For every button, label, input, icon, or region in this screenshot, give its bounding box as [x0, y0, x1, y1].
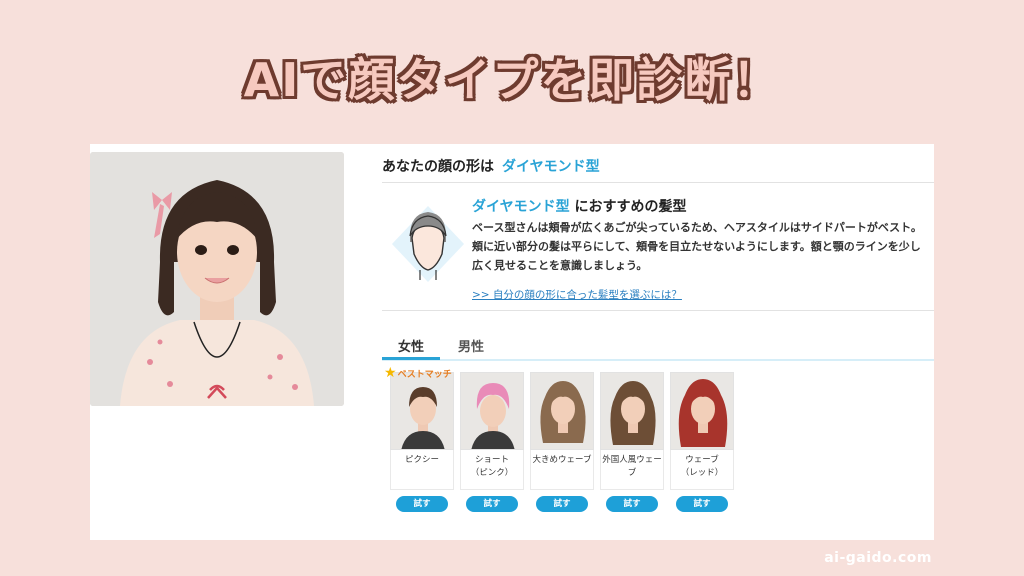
hairstyle-card-pixie[interactable]: ピクシー 試す ★ベストマッチ [384, 366, 454, 512]
star-icon: ★ [384, 365, 397, 381]
gender-tabs: 女性 男性 [382, 336, 934, 362]
hairstyle-label-text: ウェーブ （レッド） [680, 455, 724, 478]
try-button[interactable]: 試す [536, 496, 588, 512]
hairstyle-label-text: ショート （ピンク） [470, 455, 514, 478]
headline: AIで顔タイプを即診断！ [243, 53, 781, 107]
best-match-label: ベストマッチ [397, 370, 452, 380]
result-prefix: あなたの顔の形は [382, 159, 494, 175]
best-match-badge: ★ベストマッチ [384, 366, 452, 380]
face-type-value: ダイヤモンド型 [502, 159, 600, 175]
hairstyle-card-foreign-wave[interactable]: 外国人風ウェーブ 試す [600, 372, 664, 512]
hairstyle-label: 大きめウェーブ [530, 450, 594, 490]
recommendation-title-suffix: におすすめの髪型 [574, 199, 687, 215]
diamond-face-icon [390, 204, 466, 284]
hairstyle-thumbnail[interactable] [530, 372, 594, 450]
divider [382, 310, 934, 311]
hairstyle-label: ピクシー [390, 450, 454, 490]
recommendation-title: ダイヤモンド型 におすすめの髪型 [472, 196, 686, 216]
try-button[interactable]: 試す [676, 496, 728, 512]
hairstyle-card-big-wave[interactable]: 大きめウェーブ 試す [530, 372, 594, 512]
try-button[interactable]: 試す [466, 496, 518, 512]
tab-track [382, 359, 934, 361]
tab-female[interactable]: 女性 [398, 336, 424, 355]
recommendation-body: ベース型さんは頬骨が広くあごが尖っているため、ヘアスタイルはサイドパートがベスト… [472, 221, 922, 272]
hairstyle-thumbnail[interactable] [670, 372, 734, 450]
site-domain: ai-gaido.com [824, 550, 932, 566]
result-line: あなたの顔の形は ダイヤモンド型 [382, 156, 600, 176]
tab-male[interactable]: 男性 [458, 336, 484, 355]
hairstyle-guide-link[interactable]: >> 自分の顔の形に合った髪型を選ぶには？ [472, 287, 682, 302]
try-button[interactable]: 試す [396, 496, 448, 512]
user-photo [90, 152, 344, 406]
diagnosis-card: あなたの顔の形は ダイヤモンド型 ダイヤモンド型 におすすめの髪型 ベース型さんは… [90, 144, 934, 540]
active-tab-indicator [382, 357, 440, 360]
try-button[interactable]: 試す [606, 496, 658, 512]
hairstyle-label: ショート （ピンク） [460, 450, 524, 490]
hairstyle-label: 外国人風ウェーブ [600, 450, 664, 490]
hairstyle-card-red-wave[interactable]: ウェーブ （レッド） 試す [670, 372, 734, 512]
hairstyle-thumbnail[interactable] [460, 372, 524, 450]
hairstyle-label: ウェーブ （レッド） [670, 450, 734, 490]
hairstyle-thumbnail[interactable] [390, 372, 454, 450]
divider [382, 182, 934, 183]
hairstyle-card-pink-short[interactable]: ショート （ピンク） 試す [460, 372, 524, 512]
hairstyle-thumbnail[interactable] [600, 372, 664, 450]
recommendation-type: ダイヤモンド型 [472, 199, 570, 215]
